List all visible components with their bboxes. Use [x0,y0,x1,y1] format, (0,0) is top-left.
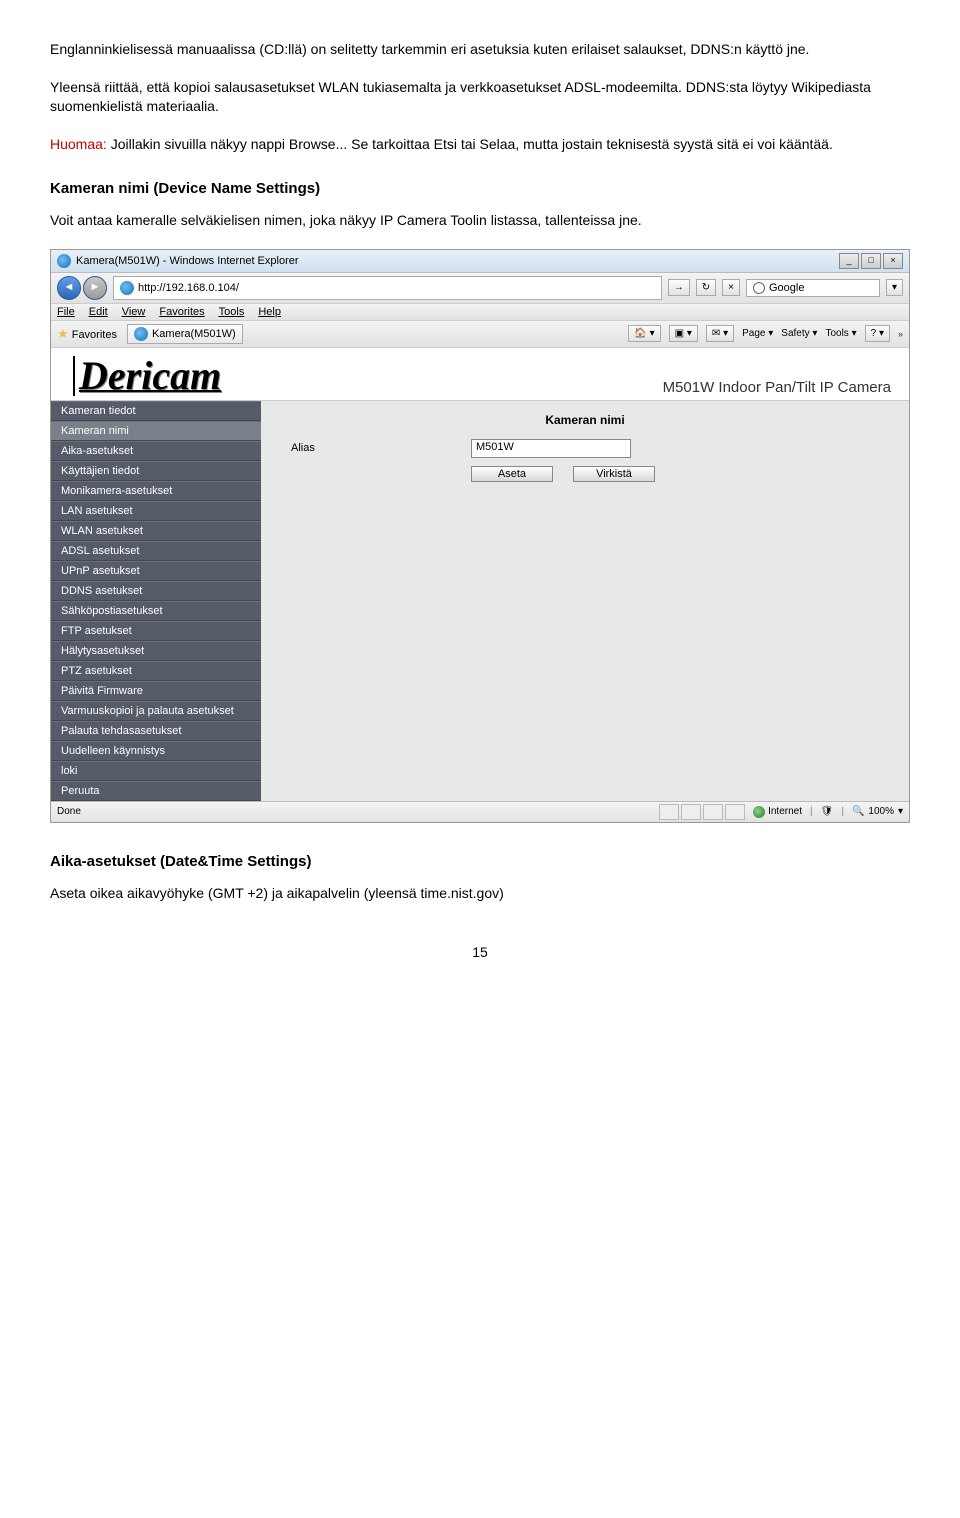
menu-view[interactable]: View [122,306,146,318]
search-icon [753,282,765,294]
note-prefix: Huomaa: [50,136,107,152]
page-content: Dericam M501W Indoor Pan/Tilt IP Camera … [51,348,909,801]
back-button[interactable]: ◄ [57,276,81,300]
menu-favorites[interactable]: Favorites [159,306,204,318]
sidebar-item-factory[interactable]: Palauta tehdasasetukset [51,721,261,741]
browser-window: Kamera(M501W) - Windows Internet Explore… [50,249,910,823]
favorites-label: Favorites [72,329,117,341]
status-box-4 [725,804,745,820]
zoom-control[interactable]: 🔍 100% ▾ [852,806,903,817]
menu-edit[interactable]: Edit [89,306,108,318]
feeds-icon[interactable]: ▣ ▾ [669,325,698,342]
refresh-button[interactable]: ↻ [696,279,716,296]
ie-page-icon [120,281,134,295]
sidebar-item-reboot[interactable]: Uudelleen käynnistys [51,741,261,761]
sidebar-item-ptz[interactable]: PTZ asetukset [51,661,261,681]
tool-safety[interactable]: Safety ▾ [781,328,817,339]
paragraph-datetime-desc: Aseta oikea aikavyöhyke (GMT +2) ja aika… [50,884,910,904]
address-text: http://192.168.0.104/ [138,282,239,294]
sidebar-item-alarm[interactable]: Hälytysasetukset [51,641,261,661]
search-engine-label: Google [769,282,804,294]
menu-help[interactable]: Help [258,306,281,318]
status-zone-label: Internet [768,806,802,817]
menu-file[interactable]: File [57,306,75,318]
main-panel: Kameran nimi Alias M501W Aseta Virkistä [261,401,909,801]
alias-label: Alias [291,442,451,454]
heading-datetime: Aika-asetukset (Date&Time Settings) [50,853,910,870]
search-dropdown[interactable]: ▾ [886,279,903,296]
overflow-icon[interactable]: » [898,329,903,339]
tab-label: Kamera(M501W) [152,328,236,340]
refresh-button-panel[interactable]: Virkistä [573,466,655,482]
set-button[interactable]: Aseta [471,466,553,482]
window-title: Kamera(M501W) - Windows Internet Explore… [76,255,299,267]
paragraph-manual: Englanninkielisessä manuaalissa (CD:llä)… [50,40,910,60]
search-box[interactable]: Google [746,279,880,297]
close-button[interactable]: × [883,253,903,269]
sidebar-item-backup[interactable]: Varmuuskopioi ja palauta asetukset [51,701,261,721]
sidebar-item-adsl[interactable]: ADSL asetukset [51,541,261,561]
status-zone: Internet [753,806,802,818]
window-controls: _ □ × [839,253,903,269]
paragraph-device-desc: Voit antaa kameralle selväkielisen nimen… [50,211,910,231]
sidebar-item-ddns[interactable]: DDNS asetukset [51,581,261,601]
tab-ie-icon [134,327,148,341]
protected-mode-icon: 🛡 [821,806,834,817]
favorites-bar: ★ Favorites Kamera(M501W) 🏠 ▾ ▣ ▾ ✉ ▾ Pa… [51,321,909,348]
panel-title: Kameran nimi [261,409,909,437]
favorites-star[interactable]: ★ Favorites [57,326,117,342]
tool-cluster: 🏠 ▾ ▣ ▾ ✉ ▾ Page ▾ Safety ▾ Tools ▾ ? ▾ … [628,325,903,342]
sidebar-item-users[interactable]: Käyttäjien tiedot [51,461,261,481]
home-icon[interactable]: 🏠 ▾ [628,325,660,342]
sidebar-item-wlan[interactable]: WLAN asetukset [51,521,261,541]
status-done: Done [57,806,81,817]
sidebar-item-lan[interactable]: LAN asetukset [51,501,261,521]
tool-page[interactable]: Page ▾ [742,328,773,339]
status-box-3 [703,804,723,820]
sidebar-item-upnp[interactable]: UPnP asetukset [51,561,261,581]
page-number: 15 [50,944,910,960]
go-button[interactable]: → [668,279,690,296]
paragraph-general: Yleensä riittää, että kopioi salausasetu… [50,78,910,117]
menubar: File Edit View Favorites Tools Help [51,304,909,321]
mail-icon[interactable]: ✉ ▾ [706,325,734,342]
paragraph-note: Huomaa: Joillakin sivuilla näkyy nappi B… [50,135,910,155]
tab-kamera[interactable]: Kamera(M501W) [127,324,243,344]
sidebar-item-cancel[interactable]: Peruuta [51,781,261,801]
maximize-button[interactable]: □ [861,253,881,269]
help-icon[interactable]: ? ▾ [865,325,890,342]
window-titlebar[interactable]: Kamera(M501W) - Windows Internet Explore… [51,250,909,273]
camera-model-text: M501W Indoor Pan/Tilt IP Camera [663,379,891,396]
dericam-logo: Dericam [73,356,221,396]
sidebar-item-name[interactable]: Kameran nimi [51,421,261,441]
address-toolbar: ◄ ► http://192.168.0.104/ → ↻ × Google ▾ [51,273,909,304]
tool-tools[interactable]: Tools ▾ [825,328,856,339]
sidebar-item-info[interactable]: Kameran tiedot [51,401,261,421]
status-box-2 [681,804,701,820]
stop-button[interactable]: × [722,279,740,296]
sidebar-item-ftp[interactable]: FTP asetukset [51,621,261,641]
sidebar-item-multicam[interactable]: Monikamera-asetukset [51,481,261,501]
heading-device-name: Kameran nimi (Device Name Settings) [50,180,910,197]
sidebar-item-firmware[interactable]: Päivitä Firmware [51,681,261,701]
address-input[interactable]: http://192.168.0.104/ [113,276,662,300]
globe-icon [753,806,765,818]
note-rest: Joillakin sivuilla näkyy nappi Browse...… [107,136,833,152]
alias-row: Alias M501W [261,437,909,460]
menu-tools[interactable]: Tools [219,306,245,318]
settings-sidebar: Kameran tiedot Kameran nimi Aika-asetuks… [51,401,261,801]
buttons-row: Aseta Virkistä [261,460,909,484]
ie-icon [57,254,71,268]
status-box-1 [659,804,679,820]
minimize-button[interactable]: _ [839,253,859,269]
alias-input[interactable]: M501W [471,439,631,458]
status-bar: Done Internet | 🛡 | 🔍 100% ▾ [51,801,909,822]
forward-button[interactable]: ► [83,276,107,300]
sidebar-item-time[interactable]: Aika-asetukset [51,441,261,461]
header-row: Dericam M501W Indoor Pan/Tilt IP Camera [51,348,909,401]
zoom-value: 100% [868,806,894,817]
sidebar-item-log[interactable]: loki [51,761,261,781]
sidebar-item-email[interactable]: Sähköpostiasetukset [51,601,261,621]
